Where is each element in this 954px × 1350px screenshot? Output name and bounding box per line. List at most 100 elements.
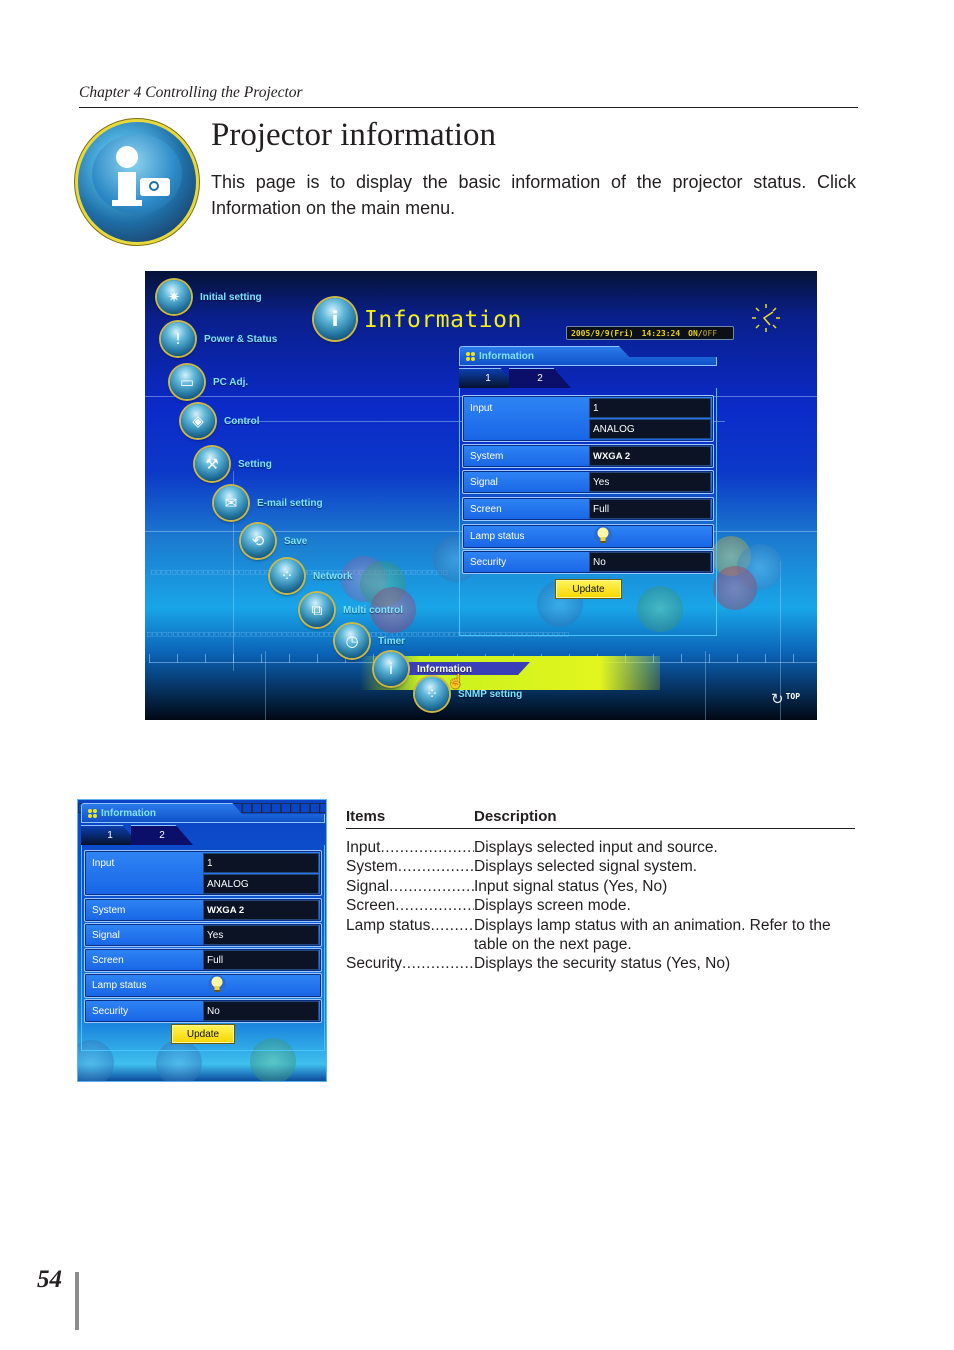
row-security: Security No [462, 550, 714, 574]
menu-item-multi-control[interactable]: ⧉ Multi control [300, 593, 403, 627]
dot-leader [380, 838, 474, 857]
timer-icon: ◷ [335, 624, 369, 658]
input-label: Input [92, 858, 115, 869]
menu-item-initial-setting[interactable]: ✷ Initial setting [157, 280, 262, 314]
menu-item-save[interactable]: ⟲ Save [241, 524, 307, 558]
description-rows: Input Displays selected input and source… [346, 838, 855, 974]
information-panel: Information 1 2 Input 1 ANALOG System WX… [459, 346, 717, 636]
hand-cursor-icon: ☝ [447, 673, 465, 689]
initial-setting-icon: ✷ [157, 280, 191, 314]
lamp-status-label: Lamp status [470, 531, 525, 542]
menu-label: Timer [378, 635, 406, 647]
tab-2[interactable]: 2 [509, 368, 571, 388]
screen-value: Full [203, 950, 319, 970]
lamp-status-label: Lamp status [92, 980, 147, 991]
security-value: No [589, 552, 711, 572]
item-description: Input signal status (Yes, No) [474, 877, 668, 895]
dot-leader [402, 954, 474, 973]
row-screen: Screen Full [462, 497, 714, 521]
tab-1[interactable]: 1 [81, 825, 139, 845]
input-value: 1 [589, 398, 711, 418]
item-description: Displays selected signal system. [474, 858, 698, 876]
save-icon: ⟲ [241, 524, 275, 558]
tab-2[interactable]: 2 [131, 825, 193, 845]
panel-dots-icon [88, 808, 97, 818]
mini-information-panel: Information 1 2 Input 1 ANALOG System WX… [81, 803, 325, 1051]
menu-item-snmp-setting[interactable]: ⁘ SNMP setting [415, 677, 522, 711]
menu-item-pc-adj[interactable]: ▭ PC Adj. [170, 365, 248, 399]
description-table-header: Items Description [346, 808, 855, 829]
intro-part2: on the main menu. [301, 198, 456, 218]
menu-label: Setting [238, 458, 272, 470]
item-description: Displays lamp status with an animation. … [474, 916, 831, 954]
page-title: Projector information [211, 117, 497, 153]
email-icon: ✉ [214, 486, 248, 520]
menu-label: Multi control [343, 604, 403, 616]
signal-value: Yes [589, 472, 711, 492]
row-lamp-status: Lamp status [84, 973, 322, 998]
update-button[interactable]: Update [171, 1024, 235, 1044]
table-row: Security Displays the security status (Y… [346, 954, 855, 973]
power-off-text: OFF [702, 328, 718, 338]
item-name: Security [346, 955, 402, 973]
menu-label: Control [224, 415, 260, 427]
row-input: Input 1 ANALOG [84, 850, 322, 896]
menu-item-control[interactable]: ◈ Control [181, 404, 260, 438]
information-title-icon: i [314, 298, 356, 340]
power-status-icon: ! [161, 322, 195, 356]
screen-title: Information [364, 307, 522, 333]
table-row: System Displays selected signal system. [346, 857, 855, 876]
row-lamp-status: Lamp status [462, 524, 714, 549]
input-source-value: ANALOG [203, 874, 319, 894]
header-description: Description [474, 808, 557, 825]
panel-header: Information [459, 346, 717, 366]
pc-adjust-icon: ▭ [170, 365, 204, 399]
date-text: 2005/9/9(Fri) [571, 328, 634, 338]
screen-value: Full [589, 499, 711, 519]
panel-tabs: 1 2 [81, 825, 193, 845]
item-name: Input [346, 839, 381, 856]
security-value: No [203, 1001, 319, 1021]
table-row: Lamp status Displays lamp status with an… [346, 916, 855, 955]
row-security: Security No [84, 999, 322, 1023]
table-row: Input Displays selected input and source… [346, 838, 855, 857]
intro-emphasis: Information [211, 198, 302, 218]
power-on-text: ON/ [688, 328, 703, 338]
page-number: 54 [37, 1266, 62, 1293]
menu-item-power-status[interactable]: ! Power & Status [161, 322, 277, 356]
item-description: Displays the security status (Yes, No) [474, 955, 731, 973]
update-button[interactable]: Update [555, 579, 622, 599]
menu-label: Initial setting [200, 291, 262, 303]
panel-header: Information [81, 803, 325, 823]
system-value: WXGA 2 [203, 900, 319, 920]
dot-leader [430, 916, 474, 955]
system-value: WXGA 2 [589, 446, 711, 466]
menu-item-network[interactable]: ⁘ Network [270, 559, 352, 593]
page-margin-bar [75, 1272, 79, 1330]
menu-item-setting[interactable]: ⚒ Setting [195, 447, 272, 481]
input-value: 1 [203, 853, 319, 873]
lamp-bulb-icon [594, 526, 612, 544]
menu-label: PC Adj. [213, 376, 249, 388]
menu-item-email-setting[interactable]: ✉ E-mail setting [214, 486, 323, 520]
multi-control-icon: ⧉ [300, 593, 334, 627]
top-button[interactable]: ↻ TOP [771, 692, 800, 707]
screen-label: Screen [92, 955, 124, 966]
signal-value: Yes [203, 925, 319, 945]
item-name: System [346, 858, 398, 876]
top-label: TOP [785, 692, 801, 701]
network-icon: ⁘ [270, 559, 304, 593]
description-table: Items Description Input Displays selecte… [346, 808, 855, 974]
lamp-bulb-icon [208, 975, 226, 993]
row-system: System WXGA 2 [462, 444, 714, 468]
input-label: Input [470, 403, 493, 414]
security-label: Security [92, 1006, 129, 1017]
intro-text: This page is to display the basic inform… [211, 169, 856, 221]
row-signal: Signal Yes [84, 923, 322, 947]
panel-title: Information [101, 807, 156, 819]
menu-label: E-mail setting [257, 497, 323, 509]
signal-label: Signal [92, 930, 120, 941]
tab-1[interactable]: 1 [459, 368, 517, 388]
datetime-display: 2005/9/9(Fri) 14:23:24 ON/OFF [566, 326, 734, 340]
security-label: Security [470, 557, 507, 568]
